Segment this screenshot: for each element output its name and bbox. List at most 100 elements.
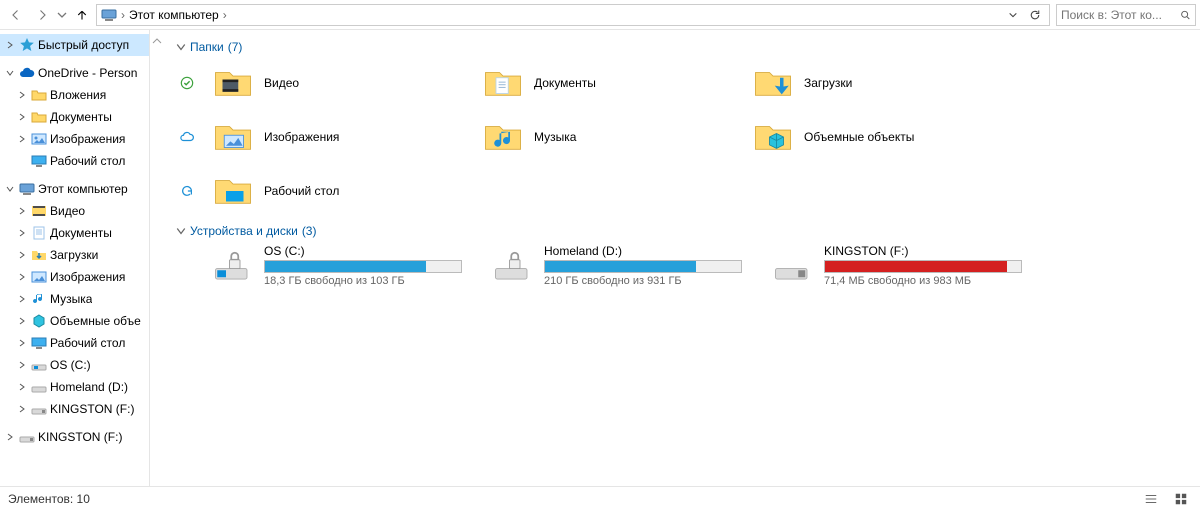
view-details-button[interactable] xyxy=(1140,490,1162,508)
address-bar[interactable]: › Этот компьютер › xyxy=(96,4,1050,26)
breadcrumb-root[interactable]: Этот компьютер xyxy=(129,8,219,22)
chevron-right-icon[interactable] xyxy=(16,111,28,123)
folder-tile-downloads[interactable]: Загрузки xyxy=(752,60,982,106)
nav-label: Документы xyxy=(50,110,112,124)
drive-tile-homeland-d[interactable]: Homeland (D:) 210 ГБ свободно из 931 ГБ xyxy=(492,244,742,287)
chevron-right-icon[interactable] xyxy=(16,205,28,217)
folder-tile-videos[interactable]: Видео xyxy=(212,60,442,106)
nav-this-pc-child[interactable]: Изображения xyxy=(0,266,149,288)
folder-icon xyxy=(31,109,47,125)
tile-label: Объемные объекты xyxy=(804,130,914,144)
nav-scrollbar[interactable] xyxy=(150,30,164,486)
nav-up-button[interactable] xyxy=(70,3,94,27)
address-dropdown-button[interactable] xyxy=(1003,5,1023,25)
drive-name: OS (C:) xyxy=(264,244,462,258)
nav-onedrive[interactable]: OneDrive - Person xyxy=(0,62,149,84)
usb-drive-icon xyxy=(19,429,35,445)
nav-label: Рабочий стол xyxy=(50,336,125,350)
breadcrumb-separator-icon: › xyxy=(121,8,125,22)
chevron-right-icon[interactable] xyxy=(16,249,28,261)
tile-label: Видео xyxy=(264,76,299,90)
view-large-icons-button[interactable] xyxy=(1170,490,1192,508)
videos-icon xyxy=(31,203,47,219)
folder-tile-desktop[interactable]: Рабочий стол xyxy=(212,168,442,214)
chevron-right-icon[interactable] xyxy=(16,315,28,327)
nav-label: Музыка xyxy=(50,292,92,306)
nav-label: Рабочий стол xyxy=(50,154,125,168)
documents-icon xyxy=(482,62,524,104)
capacity-bar xyxy=(824,260,1022,273)
chevron-right-icon[interactable] xyxy=(16,227,28,239)
folder-tile-music[interactable]: Музыка xyxy=(482,114,712,160)
usb-drive-icon xyxy=(772,244,814,286)
refresh-button[interactable] xyxy=(1025,5,1045,25)
nav-this-pc-child[interactable]: OS (C:) xyxy=(0,354,149,376)
nav-this-pc-child[interactable]: Homeland (D:) xyxy=(0,376,149,398)
search-box[interactable] xyxy=(1056,4,1196,26)
nav-this-pc-child[interactable]: Объемные объе xyxy=(0,310,149,332)
status-item-count: Элементов: 10 xyxy=(8,492,90,506)
chevron-right-icon[interactable] xyxy=(16,359,28,371)
folder-tile-documents[interactable]: Документы xyxy=(482,60,712,106)
nav-onedrive-child[interactable]: Рабочий стол xyxy=(0,150,149,172)
nav-this-pc-child[interactable]: Музыка xyxy=(0,288,149,310)
chevron-right-icon[interactable] xyxy=(16,271,28,283)
chevron-right-icon[interactable] xyxy=(16,293,28,305)
nav-onedrive-child[interactable]: Изображения xyxy=(0,128,149,150)
nav-quick-access[interactable]: Быстрый доступ xyxy=(0,34,149,56)
group-header-drives[interactable]: Устройства и диски (3) xyxy=(176,224,1192,238)
drive-name: Homeland (D:) xyxy=(544,244,742,258)
nav-label: Документы xyxy=(50,226,112,240)
chevron-right-icon[interactable] xyxy=(16,403,28,415)
chevron-right-icon[interactable] xyxy=(16,337,28,349)
search-input[interactable] xyxy=(1061,8,1176,22)
chevron-right-icon[interactable] xyxy=(4,431,16,443)
drive-tile-kingston-f[interactable]: KINGSTON (F:) 71,4 МБ свободно из 983 МБ xyxy=(772,244,1022,287)
nav-this-pc-child[interactable]: Документы xyxy=(0,222,149,244)
tile-label: Документы xyxy=(534,76,596,90)
nav-this-pc-child[interactable]: Рабочий стол xyxy=(0,332,149,354)
chevron-right-icon[interactable] xyxy=(16,89,28,101)
content-pane: Папки (7) Видео Документы Загрузки xyxy=(164,30,1200,486)
nav-this-pc-child[interactable]: KINGSTON (F:) xyxy=(0,398,149,420)
chevron-right-icon[interactable] xyxy=(16,133,28,145)
nav-label: KINGSTON (F:) xyxy=(50,402,134,416)
usb-drive-icon xyxy=(31,401,47,417)
tile-label: Музыка xyxy=(534,130,576,144)
sync-refresh-icon xyxy=(178,168,196,214)
3d-objects-icon xyxy=(31,313,47,329)
nav-this-pc[interactable]: Этот компьютер xyxy=(0,178,149,200)
nav-this-pc-child[interactable]: Загрузки xyxy=(0,244,149,266)
drive-freespace: 71,4 МБ свободно из 983 МБ xyxy=(824,275,1022,287)
nav-onedrive-child[interactable]: Документы xyxy=(0,106,149,128)
chevron-down-icon[interactable] xyxy=(4,183,16,195)
desktop-icon xyxy=(31,335,47,351)
group-label: Устройства и диски xyxy=(190,224,298,238)
nav-this-pc-child[interactable]: Видео xyxy=(0,200,149,222)
star-icon xyxy=(19,37,35,53)
nav-label: Объемные объе xyxy=(50,314,141,328)
nav-kingston[interactable]: KINGSTON (F:) xyxy=(0,426,149,448)
breadcrumb-separator-icon: › xyxy=(223,8,227,22)
group-label: Папки xyxy=(190,40,224,54)
music-icon xyxy=(482,116,524,158)
nav-label: Изображения xyxy=(50,132,125,146)
group-header-folders[interactable]: Папки (7) xyxy=(176,40,1192,54)
tile-label: Рабочий стол xyxy=(264,184,339,198)
search-icon xyxy=(1180,9,1191,21)
folder-tile-pictures[interactable]: Изображения xyxy=(212,114,442,160)
nav-recent-dropdown[interactable] xyxy=(56,3,68,27)
nav-forward-button[interactable] xyxy=(30,3,54,27)
drive-freespace: 210 ГБ свободно из 931 ГБ xyxy=(544,275,742,287)
folder-tile-3d-objects[interactable]: Объемные объекты xyxy=(752,114,982,160)
nav-onedrive-child[interactable]: Вложения xyxy=(0,84,149,106)
chevron-down-icon[interactable] xyxy=(4,67,16,79)
chevron-right-icon[interactable] xyxy=(4,39,16,51)
nav-back-button[interactable] xyxy=(4,3,28,27)
drive-tile-os-c[interactable]: OS (C:) 18,3 ГБ свободно из 103 ГБ xyxy=(212,244,462,287)
sync-cloud-icon xyxy=(178,114,196,160)
nav-label: Изображения xyxy=(50,270,125,284)
chevron-right-icon[interactable] xyxy=(16,381,28,393)
tile-label: Загрузки xyxy=(804,76,852,90)
capacity-bar xyxy=(264,260,462,273)
